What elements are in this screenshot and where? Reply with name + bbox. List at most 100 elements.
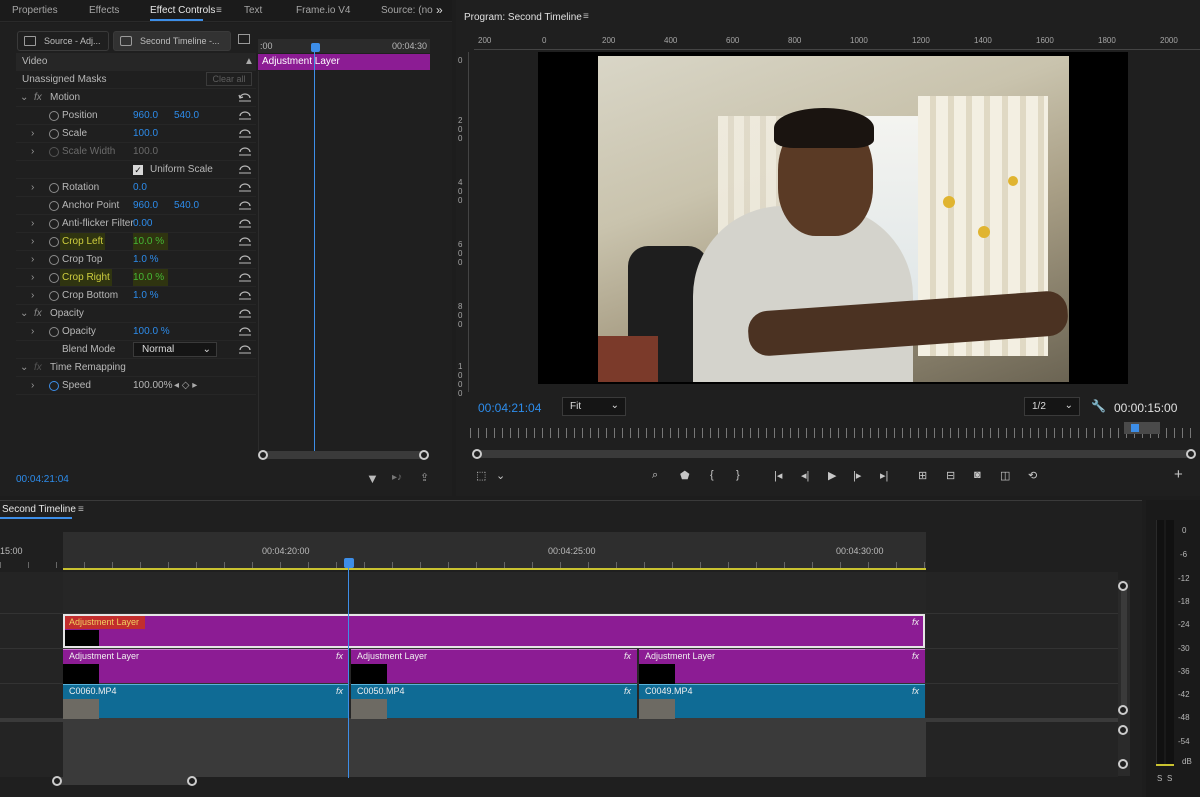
chevron-right-icon[interactable]: › (31, 179, 34, 196)
panel-menu-icon[interactable]: ≡ (583, 11, 589, 22)
step-forward-icon[interactable]: |▸ (853, 469, 861, 482)
reset-icon[interactable] (238, 272, 252, 282)
speed-value[interactable]: 100.00% (133, 377, 172, 394)
mark-in-bracket-icon[interactable]: { (710, 469, 714, 481)
step-back-icon[interactable]: ◂| (801, 469, 809, 482)
v2-adjustment-clip[interactable]: Adjustment Layer fx (351, 649, 637, 684)
reset-icon[interactable] (238, 218, 252, 228)
reset-icon[interactable] (238, 92, 252, 102)
lift-icon[interactable]: ⊞ (918, 469, 927, 482)
mini-timeline-ruler[interactable]: :00 00:04:30 (258, 39, 430, 53)
hscroll-handle-right[interactable] (187, 776, 197, 786)
loop-audio-icon[interactable]: ▸♪ (392, 472, 402, 483)
wrench-icon[interactable]: 🔧 (1091, 399, 1106, 413)
reset-icon[interactable] (238, 200, 252, 210)
fx-badge[interactable]: fx (336, 651, 343, 661)
tab-effects[interactable]: Effects (89, 5, 119, 16)
monitor-playhead[interactable] (1131, 424, 1139, 432)
vscroll-handle[interactable] (1118, 581, 1128, 591)
ec-timecode[interactable]: 00:04:21:04 (16, 474, 69, 485)
crop-left-value[interactable]: 10.0 % (133, 233, 169, 250)
stopwatch-icon[interactable] (49, 381, 59, 391)
safe-margins-icon[interactable]: ⬚ (476, 469, 486, 482)
mark-in-icon[interactable]: ⌕ (652, 469, 658, 482)
zoom-handle-right[interactable] (1186, 449, 1196, 459)
stopwatch-icon[interactable] (49, 129, 59, 139)
chevron-right-icon[interactable]: › (31, 377, 34, 394)
export-icon[interactable]: ⇪ (420, 471, 429, 484)
crop-bottom-value[interactable]: 1.0 % (133, 287, 159, 304)
program-timecode[interactable]: 00:04:21:04 (478, 401, 541, 415)
hscroll-handle-left[interactable] (52, 776, 62, 786)
solo-right-button[interactable]: S (1167, 774, 1172, 783)
zoom-handle-left[interactable] (472, 449, 482, 459)
reset-icon[interactable] (238, 236, 252, 246)
chevron-down-icon[interactable]: ⌄ (20, 89, 28, 106)
stopwatch-icon[interactable] (49, 237, 59, 247)
chevron-right-icon[interactable]: › (31, 215, 34, 232)
keyframe-nav-icon[interactable]: ◂ ◇ ▸ (174, 377, 197, 394)
vscroll-handle[interactable] (1118, 725, 1128, 735)
reset-icon[interactable] (238, 308, 252, 318)
rotation-value[interactable]: 0.0 (133, 179, 147, 196)
vscroll-handle[interactable] (1118, 759, 1128, 769)
vscroll-handle[interactable] (1118, 705, 1128, 715)
tab-text[interactable]: Text (244, 5, 262, 16)
stopwatch-icon[interactable] (49, 273, 59, 283)
stopwatch-icon[interactable] (49, 255, 59, 265)
v1-video-clip[interactable]: C0049.MP4 fx (639, 684, 925, 719)
time-remap-row[interactable]: ⌄ fx Time Remapping (16, 359, 256, 377)
chevron-down-icon[interactable]: ⌄ (20, 359, 28, 376)
clear-all-button[interactable]: Clear all (206, 72, 252, 86)
opacity-group-row[interactable]: ⌄ fx Opacity (16, 305, 256, 323)
reset-icon[interactable] (238, 128, 252, 138)
reset-icon[interactable] (238, 164, 252, 174)
stopwatch-icon[interactable] (49, 291, 59, 301)
chevron-right-icon[interactable]: › (31, 233, 34, 250)
mini-timeline-scrollbar[interactable] (262, 451, 424, 459)
proxy-toggle-icon[interactable]: ⟲ (1028, 469, 1037, 482)
v1-video-clip[interactable]: C0050.MP4 fx (351, 684, 637, 719)
filter-icon[interactable]: ▼ (366, 471, 379, 486)
resolution-dropdown[interactable]: 1/2 ⌄ (1024, 397, 1080, 416)
more-tabs-icon[interactable]: » (436, 3, 443, 17)
reset-icon[interactable] (238, 110, 252, 120)
mark-out-bracket-icon[interactable]: } (736, 469, 740, 481)
reset-icon[interactable] (238, 290, 252, 300)
reset-icon[interactable] (238, 326, 252, 336)
reset-icon[interactable] (238, 182, 252, 192)
mini-playhead[interactable] (311, 43, 320, 52)
tab-effect-controls[interactable]: Effect Controls (150, 5, 215, 21)
go-to-out-icon[interactable]: ▸| (880, 469, 888, 482)
tab-frameio[interactable]: Frame.io V4 (296, 5, 350, 16)
sequence-clip-tab[interactable]: Second Timeline -... (113, 31, 231, 51)
fx-badge[interactable]: fx (912, 617, 919, 627)
camera-icon[interactable]: ◙ (974, 469, 981, 481)
stopwatch-icon[interactable] (49, 111, 59, 121)
go-to-in-icon[interactable]: |◂ (774, 469, 782, 482)
comparison-view-icon[interactable]: ◫ (1000, 469, 1010, 482)
monitor-time-ruler[interactable] (470, 428, 1192, 438)
fx-badge[interactable]: fx (912, 686, 919, 696)
source-clip-tab[interactable]: Source - Adj... (17, 31, 109, 51)
monitor-zoom-bar[interactable] (478, 450, 1190, 458)
crop-top-value[interactable]: 1.0 % (133, 251, 159, 268)
fit-dropdown[interactable]: Fit ⌄ (562, 397, 626, 416)
stopwatch-icon[interactable] (49, 183, 59, 193)
fx-badge[interactable]: fx (912, 651, 919, 661)
monitor-in-out-range[interactable] (1124, 422, 1160, 434)
chevron-right-icon[interactable]: › (31, 125, 34, 142)
antiflicker-value[interactable]: 0.00 (133, 215, 152, 232)
collapse-up-icon[interactable]: ▲ (244, 53, 254, 70)
stopwatch-icon[interactable] (49, 327, 59, 337)
fx-badge[interactable]: fx (336, 686, 343, 696)
blend-mode-select[interactable]: Normal ⌄ (133, 342, 217, 357)
v1-video-clip[interactable]: C0060.MP4 fx (63, 684, 349, 719)
opacity-value[interactable]: 100.0 % (133, 323, 170, 340)
chevron-right-icon[interactable]: › (31, 287, 34, 304)
toggle-timeline-view-icon[interactable] (238, 34, 250, 44)
reset-icon[interactable] (238, 344, 252, 354)
chevron-down-icon[interactable]: ⌄ (496, 469, 505, 482)
extract-icon[interactable]: ⊟ (946, 469, 955, 482)
chevron-right-icon[interactable]: › (31, 269, 34, 286)
